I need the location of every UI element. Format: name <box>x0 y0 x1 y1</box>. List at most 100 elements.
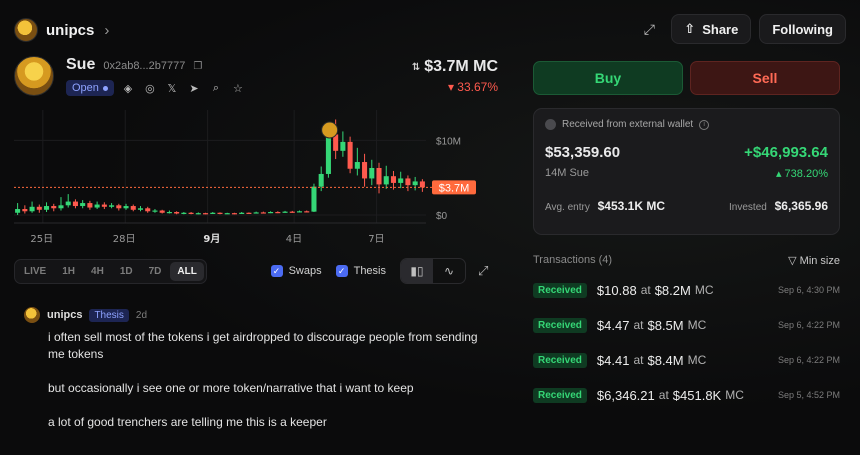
candle-body <box>224 213 230 215</box>
following-label: Following <box>772 21 833 37</box>
following-button[interactable]: Following <box>759 14 846 44</box>
min-size-filter[interactable]: ▽ Min size <box>788 254 840 267</box>
x-tick-label: 28日 <box>113 234 136 245</box>
x-tick-label: 7日 <box>368 234 384 245</box>
thesis-post: unipcs Thesis 2d i often sell most of th… <box>24 307 494 448</box>
wallet-icon <box>545 119 556 130</box>
candle-body <box>383 176 389 185</box>
timeframe-live[interactable]: LIVE <box>17 262 53 281</box>
candle-body <box>159 210 165 213</box>
x-tick-label: 25日 <box>30 234 53 245</box>
candle-body <box>145 208 151 212</box>
fullscreen-icon[interactable]: ⤢ <box>478 263 498 279</box>
candle-body <box>296 211 303 213</box>
at-label: at <box>633 318 644 332</box>
candle-body <box>239 212 245 214</box>
transaction-row[interactable]: Received $4.47 at $8.5M MC Sep 6, 4:22 P… <box>533 316 840 334</box>
timeframe-4h[interactable]: 4H <box>84 262 111 281</box>
expand-icon[interactable]: ⤢ <box>635 14 663 44</box>
thesis-toggle[interactable]: ✓ Thesis <box>335 265 386 277</box>
share-button[interactable]: ⇧ Share <box>671 14 752 44</box>
checkbox-checked-icon: ✓ <box>335 265 348 277</box>
chevron-right-icon: › <box>104 21 110 39</box>
buy-button[interactable]: Buy <box>533 61 683 95</box>
position-value: $53,359.60 <box>545 144 621 161</box>
copy-icon[interactable]: ❐ <box>193 61 202 72</box>
candle-body <box>275 212 281 214</box>
thesis-author[interactable]: unipcs <box>47 309 82 321</box>
transactions-title: Transactions (4) <box>533 254 613 266</box>
telegram-icon[interactable]: ➤ <box>186 80 202 96</box>
timeframe-1d[interactable]: 1D <box>113 262 140 281</box>
thesis-badge: Thesis <box>89 308 129 322</box>
candle-body <box>304 211 310 213</box>
timeframe-7d[interactable]: 7D <box>142 262 169 281</box>
candle-body <box>123 206 129 209</box>
info-icon[interactable]: i <box>699 119 710 130</box>
mc-label: MC <box>687 353 707 367</box>
candle-body <box>116 205 122 209</box>
candle-body <box>174 212 180 214</box>
token-address[interactable]: 0x2ab8...2b7777 <box>103 60 185 72</box>
candle-body <box>260 212 266 214</box>
transaction-date: Sep 6, 4:30 PM <box>777 285 840 295</box>
transaction-mc: $8.4M <box>647 352 684 368</box>
candle-body <box>340 141 346 151</box>
candle-body <box>51 206 57 209</box>
position-card: Received from external wallet i $53,359.… <box>533 108 840 235</box>
transaction-type-badge: Received <box>533 352 587 368</box>
chart-svg[interactable]: $3.7M $10M $0 25日 28日 9月 4日 7日 <box>14 110 498 250</box>
market-cap-value: $3.7M MC <box>424 58 498 75</box>
thesis-paragraph: a lot of good trenchers are telling me t… <box>48 415 327 429</box>
candle-body <box>130 206 136 210</box>
candle-body <box>231 213 237 215</box>
transaction-row[interactable]: Received $6,346.21 at $451.8K MC Sep 5, … <box>533 386 840 404</box>
invested-label: Invested <box>729 202 767 213</box>
transaction-amount: $6,346.21 <box>596 387 655 403</box>
candle-body <box>80 203 86 207</box>
swaps-toggle[interactable]: ✓ Swaps <box>270 265 322 277</box>
candle-body <box>29 206 35 212</box>
sort-toggle-icon[interactable]: ⇅ <box>412 62 420 73</box>
candle-body <box>137 208 144 210</box>
line-chart-icon[interactable]: ∿ <box>433 259 465 283</box>
transaction-date: Sep 6, 4:22 PM <box>777 355 840 365</box>
x-tick-label: 4日 <box>286 234 302 245</box>
chart-type-toggle: ▮▯ ∿ <box>400 258 466 284</box>
candlestick-icon[interactable]: ▮▯ <box>401 259 433 283</box>
transaction-amount: $10.88 <box>596 282 637 298</box>
candle-body <box>217 212 223 214</box>
transaction-type-badge: Received <box>533 317 587 333</box>
timeframe-1h[interactable]: 1H <box>55 262 82 281</box>
x-tick-label: 9月 <box>203 233 220 245</box>
avg-entry: Avg. entry $453.1K MC <box>545 199 665 213</box>
timeframe-all[interactable]: ALL <box>170 261 204 281</box>
position-pnl: +$46,993.64 <box>744 144 828 161</box>
transaction-mc: $451.8K <box>672 387 722 403</box>
search-icon[interactable]: ⌕ <box>208 80 224 96</box>
candle-body <box>253 212 259 214</box>
creator-header[interactable]: unipcs › <box>14 16 109 44</box>
transaction-row[interactable]: Received $4.41 at $8.4M MC Sep 6, 4:22 P… <box>533 351 840 369</box>
transaction-row[interactable]: Received $10.88 at $8.2M MC Sep 6, 4:30 … <box>533 281 840 299</box>
thesis-marker-avatar <box>321 121 339 139</box>
price-chart[interactable]: $3.7M $10M $0 25日 28日 9月 4日 7日 <box>14 110 498 250</box>
y-tick-label: $0 <box>436 211 448 222</box>
market-cap-block: ⇅ $3.7M MC ▾ 33.67% <box>412 58 498 94</box>
thesis-body: i often sell most of the tokens i get ai… <box>48 329 494 431</box>
chart-controls: LIVE 1H 4H 1D 7D ALL ✓ Swaps ✓ Thesis ▮▯ ∿ ⤢ <box>14 258 498 284</box>
star-icon[interactable]: ☆ <box>230 80 246 96</box>
cube-icon[interactable]: ◈ <box>120 80 136 96</box>
candle-body <box>398 178 404 183</box>
candle-body <box>311 186 317 212</box>
sell-button[interactable]: Sell <box>690 61 840 95</box>
candle-body <box>325 134 331 174</box>
transactions-header: Transactions (4) ▽ Min size <box>533 254 840 267</box>
x-twitter-icon[interactable]: 𝕏 <box>164 80 180 96</box>
status-dot <box>102 85 108 91</box>
candle-body <box>43 206 50 210</box>
globe-icon[interactable]: ◎ <box>142 80 158 96</box>
candle-body <box>22 209 28 212</box>
creator-avatar <box>14 18 38 42</box>
candle-body <box>181 212 187 214</box>
